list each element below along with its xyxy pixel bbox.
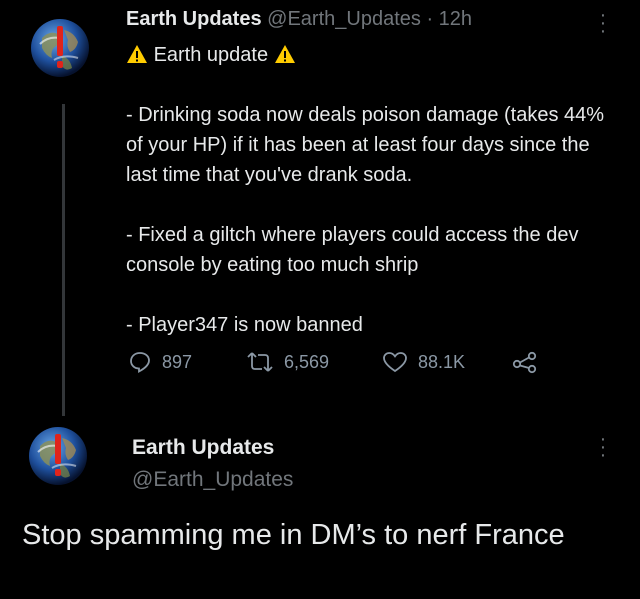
- author-handle[interactable]: @Earth_Updates: [267, 8, 421, 30]
- share-button[interactable]: [512, 350, 538, 374]
- warning-icon: [127, 45, 147, 63]
- heart-icon: [383, 352, 407, 373]
- separator-dot: ·: [420, 8, 439, 30]
- thread-connector: [62, 104, 65, 416]
- earth-avatar-icon: [26, 424, 90, 488]
- tweet-text: Stop spamming me in DM’s to nerf France: [22, 519, 565, 551]
- earth-avatar-icon: [28, 16, 92, 80]
- author-name[interactable]: Earth Updates: [126, 8, 262, 30]
- tweet-title: Earth update: [153, 44, 269, 66]
- more-options-icon[interactable]: · · ·: [598, 429, 608, 465]
- warning-icon: [274, 45, 295, 63]
- reply-icon: [130, 352, 150, 374]
- retweet-button[interactable]: 6,569: [246, 350, 329, 374]
- reply-count: 897: [162, 351, 193, 372]
- reply-button[interactable]: 897: [128, 350, 192, 374]
- more-options-icon[interactable]: · · ·: [598, 5, 608, 41]
- tweet-time[interactable]: 12h: [439, 8, 472, 30]
- tweet-header: Earth Updates @Earth_Updates · 12h: [126, 8, 472, 31]
- tweet-title-line: Earth update: [126, 40, 616, 70]
- avatar[interactable]: [26, 424, 90, 488]
- tweet-text: Earth update - Drinking soda now deals p…: [126, 40, 616, 340]
- tweet-actions: 897 6,569 88.1K: [128, 350, 548, 380]
- like-count: 88.1K: [418, 351, 466, 372]
- retweet-icon: [247, 352, 273, 372]
- avatar[interactable]: [28, 16, 92, 80]
- patch-note: - Player347 is now banned: [126, 314, 363, 336]
- like-button[interactable]: 88.1K: [382, 350, 465, 374]
- retweet-count: 6,569: [284, 351, 330, 372]
- author-name[interactable]: Earth Updates: [132, 436, 274, 460]
- patch-note: - Fixed a giltch where players could acc…: [126, 224, 579, 276]
- patch-note: - Drinking soda now deals poison damage …: [126, 104, 605, 186]
- share-icon: [512, 351, 537, 374]
- author-handle[interactable]: @Earth_Updates: [132, 468, 293, 492]
